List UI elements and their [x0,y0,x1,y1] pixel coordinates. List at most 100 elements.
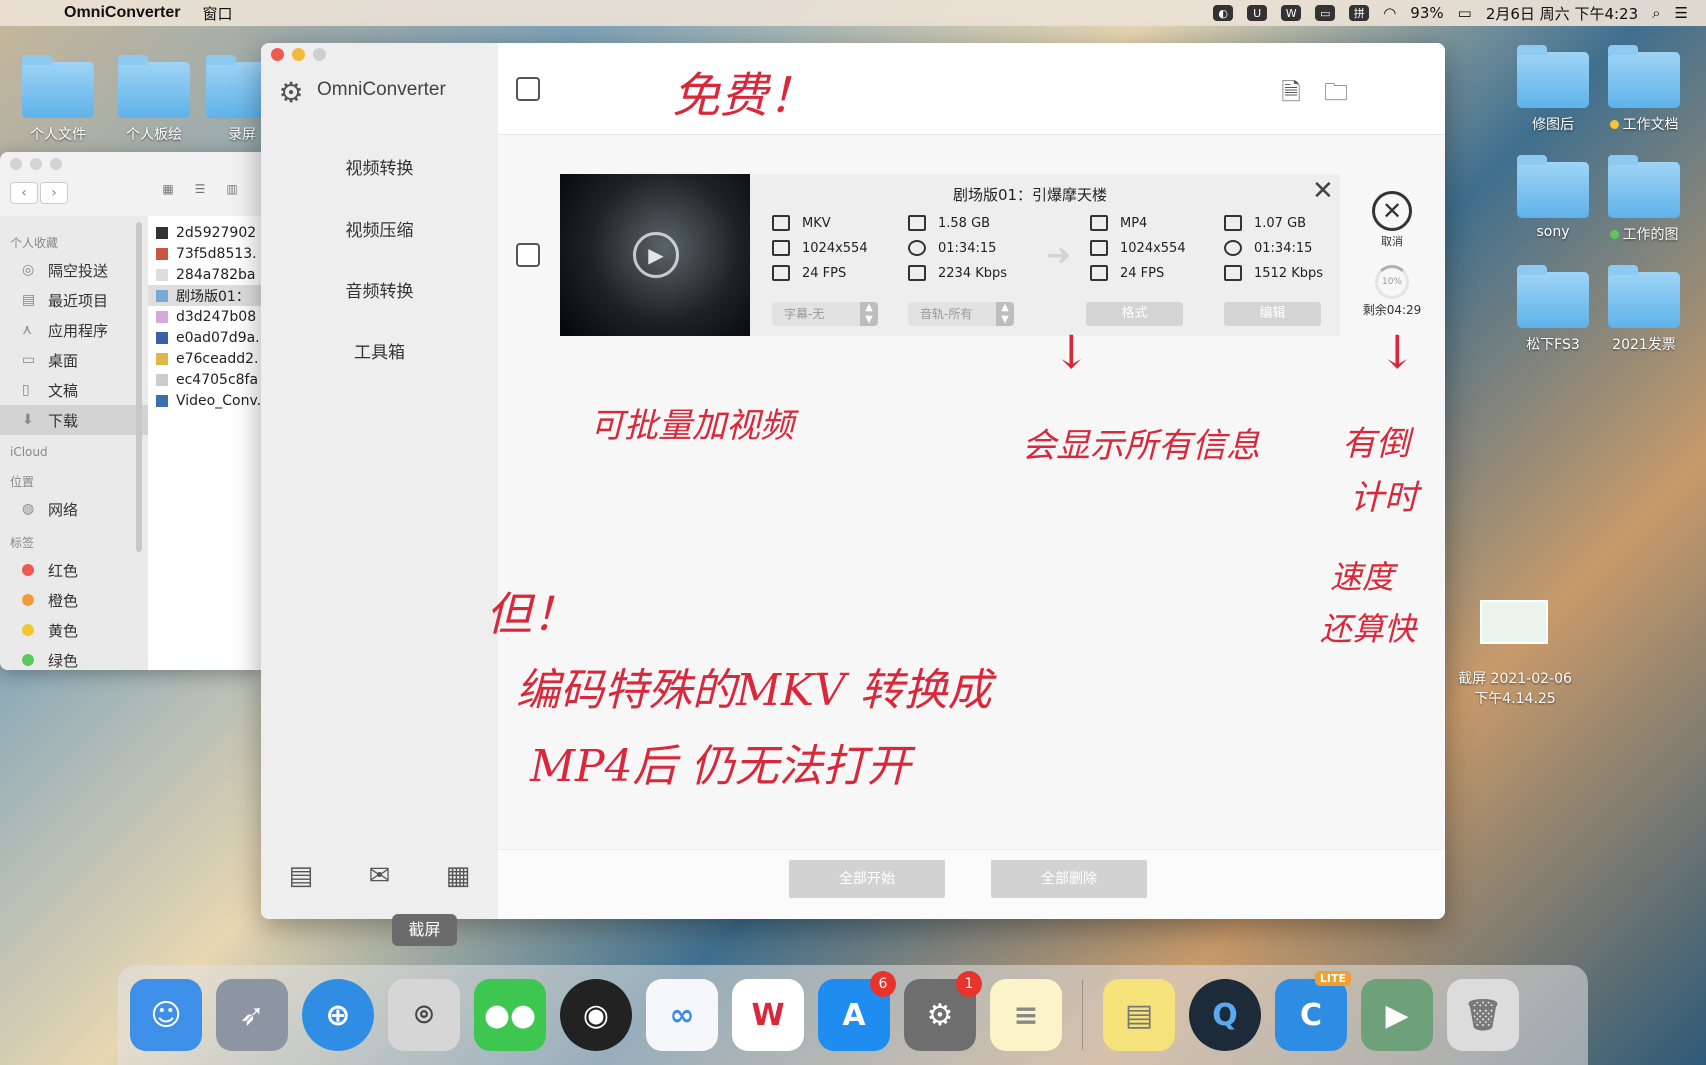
add-file-icon[interactable]: 🗎 [1276,75,1306,106]
sidebar-item-tag-green[interactable]: 绿色 [0,645,148,670]
qq-dock-icon[interactable]: ◉ [560,979,632,1051]
apps-grid-icon[interactable]: ▦ [446,861,471,891]
desktop-folder[interactable]: 个人板绘 [106,55,202,144]
minimize-button[interactable] [30,158,42,170]
play-icon[interactable]: ▶ [633,232,679,278]
format-button[interactable]: 格式 [1086,302,1183,326]
file-row[interactable]: d3d247b08 [148,306,262,327]
quicktime-dock-icon[interactable]: Q [1189,979,1261,1051]
screenshot-dock-icon[interactable]: ⌾ [388,979,460,1051]
screenshot-file-thumbnail[interactable] [1480,600,1548,644]
app-store-dock-icon[interactable]: A6 [818,971,896,1051]
folder-icon [1517,45,1589,108]
video-thumbnail[interactable]: ▶ [560,174,750,336]
task-checkbox[interactable] [516,243,540,267]
forward-button[interactable]: › [40,182,68,204]
notification-center-icon[interactable]: ☰ [1675,4,1688,22]
wps-status-icon[interactable]: W [1281,5,1302,21]
mail-icon[interactable]: ✉ [369,861,391,891]
desktop-folder[interactable]: 2021发票 [1596,265,1692,354]
wechat-dock-icon[interactable]: ●● [474,979,546,1051]
desktop-folder[interactable]: 工作的图 [1596,155,1692,244]
sidebar-item-downloads[interactable]: ⬇ 下载 [0,405,148,435]
folder-icon [118,55,190,118]
file-row[interactable]: 73f5d8513. [148,243,262,264]
launchpad-dock-icon[interactable]: ➶ [216,979,288,1051]
cancel-circle-icon[interactable]: ✕ [1372,191,1412,231]
icon-view-icon[interactable]: ▦ [154,182,182,202]
sidebar-item-airdrop[interactable]: ◎ 隔空投送 [0,255,148,285]
zoom-button[interactable] [50,158,62,170]
select-all-checkbox[interactable] [516,77,540,101]
fps-icon [772,265,790,281]
converter-lite-dock-icon[interactable]: C LITE [1275,971,1351,1051]
desktop-folder[interactable]: 个人文件 [10,55,106,144]
stickies-dock-icon[interactable]: ▤ [1103,979,1175,1051]
screenshot-file[interactable]: 截屏 2021-02-06 下午4.14.25 [1450,668,1580,708]
sidebar-item-tag-red[interactable]: 红色 [0,555,148,585]
u-status-icon[interactable]: U [1247,5,1268,21]
file-row[interactable]: e0ad07d9a. [148,327,262,348]
feedback-chat-icon[interactable]: ▤ [289,861,314,891]
list-view-icon[interactable]: ☰ [186,182,214,202]
desktop-folder[interactable]: 松下FS3 [1505,265,1601,354]
green-tag-dot [22,654,34,666]
safari-dock-icon[interactable]: ⊕ [302,979,374,1051]
file-row[interactable]: Video_Conv. [148,390,262,411]
subtitle-select[interactable]: 字幕-无 ▲ ▼ [772,302,878,326]
file-row[interactable]: ec4705c8fa [148,369,262,390]
nav-video-compress[interactable]: 视频压缩 [261,211,498,251]
sidebar-scrollbar[interactable] [136,222,142,552]
spotlight-icon[interactable]: ⌕ [1652,4,1660,22]
sidebar-item-desktop[interactable]: ▭ 桌面 [0,345,148,375]
nav-toolbox[interactable]: 工具箱 [261,333,498,373]
desktop-folder[interactable]: 工作文档 [1596,45,1692,134]
add-folder-icon[interactable]: 🗀 [1321,75,1351,106]
sidebar-item-documents[interactable]: ▯ 文稿 [0,375,148,405]
sidebar-item-tag-yellow[interactable]: 黄色 [0,615,148,645]
battery-icon[interactable]: ▭ [1458,4,1472,22]
sidebar-item-network[interactable]: ◍ 网络 [0,494,148,524]
system-preferences-dock-icon[interactable]: ⚙ 1 [904,971,982,1051]
wifi-icon[interactable]: ◠ [1383,4,1396,22]
start-all-button[interactable]: 全部开始 [789,860,945,898]
baidu-netdisk-dock-icon[interactable]: ∞ [646,979,718,1051]
settings-gear-icon[interactable]: ⚙ [275,77,307,109]
sidebar-item-applications[interactable]: ⋏ 应用程序 [0,315,148,345]
desktop-folder[interactable]: sony [1505,155,1601,240]
desktop-folder[interactable]: 修图后 [1505,45,1601,134]
file-row[interactable]: 2d5927902 [148,222,262,243]
close-button[interactable] [10,158,22,170]
window-menu[interactable]: 窗口 [202,3,232,24]
input-method-icon[interactable]: 拼 [1349,5,1370,21]
display-status-icon[interactable]: ▭ [1315,5,1336,21]
sidebar-item-recents[interactable]: ▤ 最近项目 [0,285,148,315]
file-row[interactable]: 剧场版01： [148,285,262,306]
clock[interactable]: 2月6日 周六 下午4:23 [1486,3,1638,24]
file-row[interactable]: 284a782ba [148,264,262,285]
battery-percent[interactable]: 93% [1410,4,1443,22]
video-converter-dock-icon[interactable]: ▶ [1361,979,1433,1051]
nav-audio-convert[interactable]: 音频转换 [261,272,498,312]
nav-video-convert[interactable]: 视频转换 [261,149,498,189]
edit-button[interactable]: 编辑 [1224,302,1321,326]
wps-dock-icon[interactable]: W [732,979,804,1051]
wechat-status-icon[interactable]: ◐ [1213,5,1234,21]
audio-track-select[interactable]: 音轨-所有 ▲ ▼ [908,302,1014,326]
finder-dock-icon[interactable]: ☺ [130,979,202,1051]
close-button[interactable] [271,48,284,61]
cancel-task[interactable]: ✕ 取消 [1370,191,1414,249]
back-button[interactable]: ‹ [10,182,38,204]
zoom-button[interactable] [313,48,326,61]
sidebar-item-tag-orange[interactable]: 橙色 [0,585,148,615]
column-view-icon[interactable]: ▥ [218,182,246,202]
remove-task-icon[interactable]: ✕ [1312,178,1334,204]
notes-dock-icon[interactable]: ≡ [990,979,1062,1051]
minimize-button[interactable] [292,48,305,61]
delete-all-button[interactable]: 全部删除 [991,860,1147,898]
app-menu[interactable]: OmniConverter [64,4,180,22]
app-brand: OmniConverter [317,79,446,100]
archive-file-icon [156,352,168,365]
trash-dock-icon[interactable]: 🗑 [1447,979,1519,1051]
file-row[interactable]: e76ceadd2. [148,348,262,369]
